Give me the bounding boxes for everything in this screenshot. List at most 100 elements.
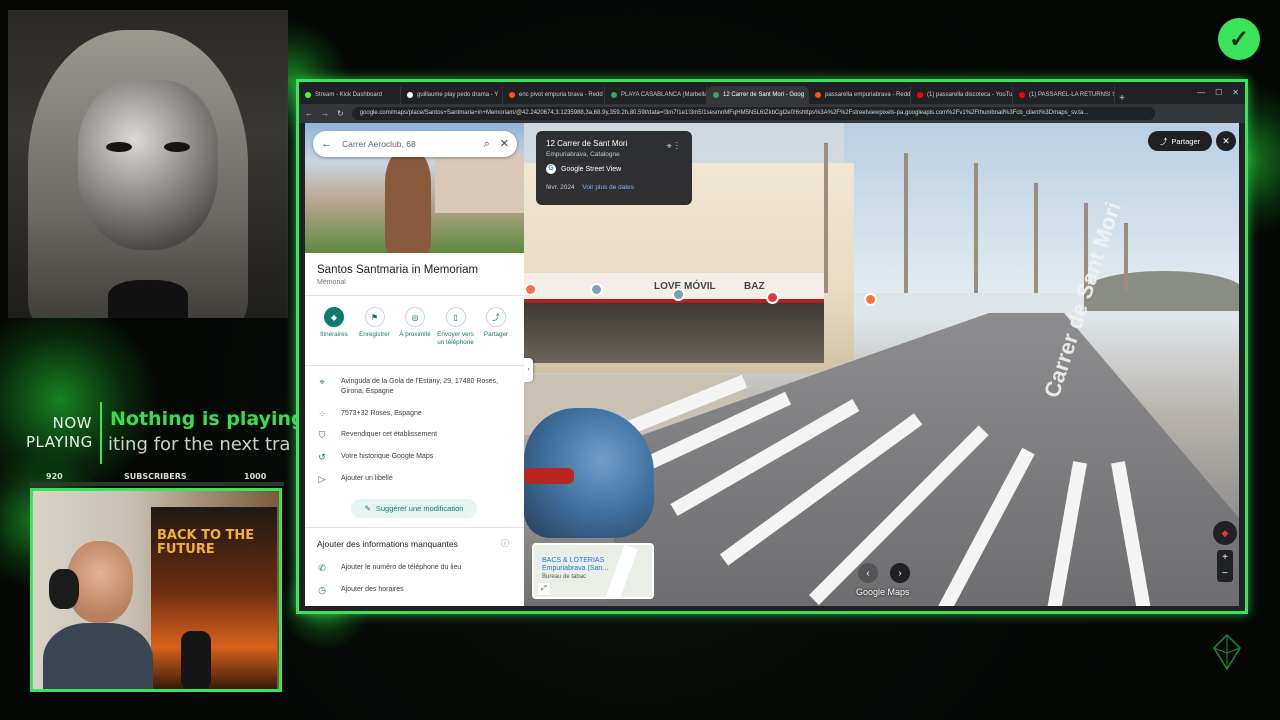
location-pin-icon: ⌖ [319,377,325,387]
blue-car [524,408,654,538]
see-more-dates-link[interactable]: Voir plus de dates [582,184,634,191]
browser-tab[interactable]: (1) passarella discoteca - YouTu [911,86,1013,104]
back-arrow-icon[interactable]: ← [321,138,332,150]
missing-info-text: Ajouter des horaires [341,586,404,593]
clock-icon: ◷ [318,585,326,595]
close-street-view-button[interactable]: ✕ [1216,131,1236,151]
maximize-icon[interactable]: ☐ [1215,88,1222,97]
photo-building [435,153,524,213]
poi-pin-icon[interactable] [766,291,779,304]
prev-arrow-icon[interactable]: ‹ [858,563,878,583]
action-share-button[interactable]: ⤴ Partager [477,307,515,347]
tab-favicon-icon [611,92,617,98]
suggest-edit-label: Suggérer une modification [375,504,464,513]
tab-favicon-icon [1019,92,1025,98]
search-box[interactable]: ← Carrer Aeroclub, 68 ⌕ ✕ [313,131,517,157]
phone-icon: ▯ [445,307,466,327]
headphones-icon [49,569,79,609]
minimize-icon[interactable]: — [1197,88,1205,97]
poi-pin-icon[interactable] [590,283,603,296]
search-icon[interactable]: ⌕ [484,138,490,150]
info-text: 7573+32 Roses, Espagne [341,410,422,417]
minimap[interactable]: BACS & LOTERIAS Empuriabrava (San... Bur… [532,543,654,599]
webcam-masked-figure [8,10,288,318]
info-row[interactable]: ↺ Votre historique Google Maps [317,452,517,463]
mask-eye [106,142,132,152]
info-text: Ajouter un libellé [341,475,393,482]
minimap-road [604,545,638,597]
missing-info-row[interactable]: ✆ Ajouter le numéro de téléphone du lieu [317,563,517,574]
browser-tab[interactable]: PLAYA CASABLANCA (Marbella) [605,86,707,104]
subscriber-goal-start: 920 [46,472,63,481]
place-category[interactable]: Mémorial [317,279,346,286]
street-view[interactable]: LOVE MÓVIL BAZ Carrer de Sant Mori 12 Ca… [524,123,1239,606]
streamer-body [43,623,153,689]
close-icon[interactable]: ✕ [500,138,509,150]
action-phone-button[interactable]: ▯ Envoyer vers un téléphone [437,307,475,347]
info-row[interactable]: ⁘ 7573+32 Roses, Espagne [317,409,517,420]
shop-sign-2: BAZ [744,281,765,292]
silver-mask [78,80,218,250]
directions-icon: ◆ [324,307,344,327]
new-tab-button[interactable]: + [1115,93,1129,104]
action-label: Itinéraires [320,331,348,338]
help-icon[interactable]: ⓘ [501,538,509,549]
missing-info-row[interactable]: ◷ Ajouter des horaires [317,585,517,596]
info-row[interactable]: ⛉ Revendiquer cet établissement [317,430,517,441]
browser-tab[interactable]: enc pivot empuria brava - Redd [503,86,605,104]
info-row[interactable]: ⌖ Avinguda de la Gola de l'Estany, 29, 17… [317,377,517,397]
now-playing-label: NOW PLAYING [26,414,93,451]
tab-bar: Stream - Kick Dashboard guillaume play pe… [299,82,1245,104]
divider [305,365,524,366]
divider [305,527,524,528]
compass-icon[interactable]: ◆ [1213,521,1237,545]
webcam-streamer: BACK TO THE FUTURE [30,488,282,692]
zoom-in-button[interactable]: + [1217,550,1233,566]
shop-windows [524,303,824,363]
subscriber-goal: 920 SUBSCRIBERS 1000 [40,472,280,482]
next-arrow-icon[interactable]: › [890,563,910,583]
poi-pin-icon[interactable] [672,288,685,301]
reload-icon[interactable]: ↻ [337,109,344,118]
browser-tab[interactable]: (1) PASSAREL-LA RETURNS! SU [1013,86,1115,104]
expand-icon[interactable]: ⤢ [538,583,550,595]
close-window-icon[interactable]: ✕ [1232,88,1239,97]
now-playing-subtitle: iting for the next tra [108,434,290,455]
nearby-icon: ◎ [405,307,425,327]
search-input[interactable]: Carrer Aeroclub, 68 [342,139,474,149]
trees [784,123,1239,333]
share-button[interactable]: ⤴ Partager [1148,131,1212,151]
poi-pin-icon[interactable] [864,293,877,306]
browser-tab[interactable]: 12 Carrer de Sant Mori - Goog [707,86,809,104]
action-bookmark-button[interactable]: ⚑ Enregistrer [356,307,394,347]
action-label: À proximité [399,331,431,338]
browser-tab[interactable]: passarella empuriabrava - Redd [809,86,911,104]
zoom-controls: + − [1217,550,1233,582]
browser-tab[interactable]: Stream - Kick Dashboard [299,86,401,104]
location-pin-icon[interactable]: ⌖⋮ [667,141,682,152]
info-text: Avinguda de la Gola de l'Estany, 29, 174… [341,378,499,395]
sv-address: 12 Carrer de Sant Mori [546,139,628,148]
neck [108,280,188,318]
tab-favicon-icon [509,92,515,98]
suggest-edit-button[interactable]: ✎ Suggérer une modification [351,499,477,518]
url-field[interactable]: google.com/maps/place/Santos+Santmaria+i… [351,107,1155,120]
label-icon: ▷ [318,474,326,484]
action-nearby-button[interactable]: ◎ À proximité [396,307,434,347]
microphone-icon [181,631,211,689]
zoom-out-button[interactable]: − [1217,566,1233,582]
collapse-panel-button[interactable]: ‹ [524,358,533,382]
forward-icon[interactable]: → [321,109,329,118]
share-icon: ⤴ [1159,136,1168,146]
poi-pin-icon[interactable] [524,283,537,296]
tab-favicon-icon [815,92,821,98]
back-icon[interactable]: ← [305,109,313,118]
browser-tab[interactable]: guillaume play pedo drama - Y [401,86,503,104]
pencil-icon: ✎ [364,504,371,513]
action-directions-button[interactable]: ◆ Itinéraires [315,307,353,347]
movie-poster: BACK TO THE FUTURE [151,507,277,689]
action-label: Envoyer vers un téléphone [437,331,474,346]
verified-shield-icon: ⛉ [318,430,326,440]
info-row[interactable]: ▷ Ajouter un libellé [317,474,517,485]
missing-info-title: Ajouter des informations manquantes [317,539,458,549]
